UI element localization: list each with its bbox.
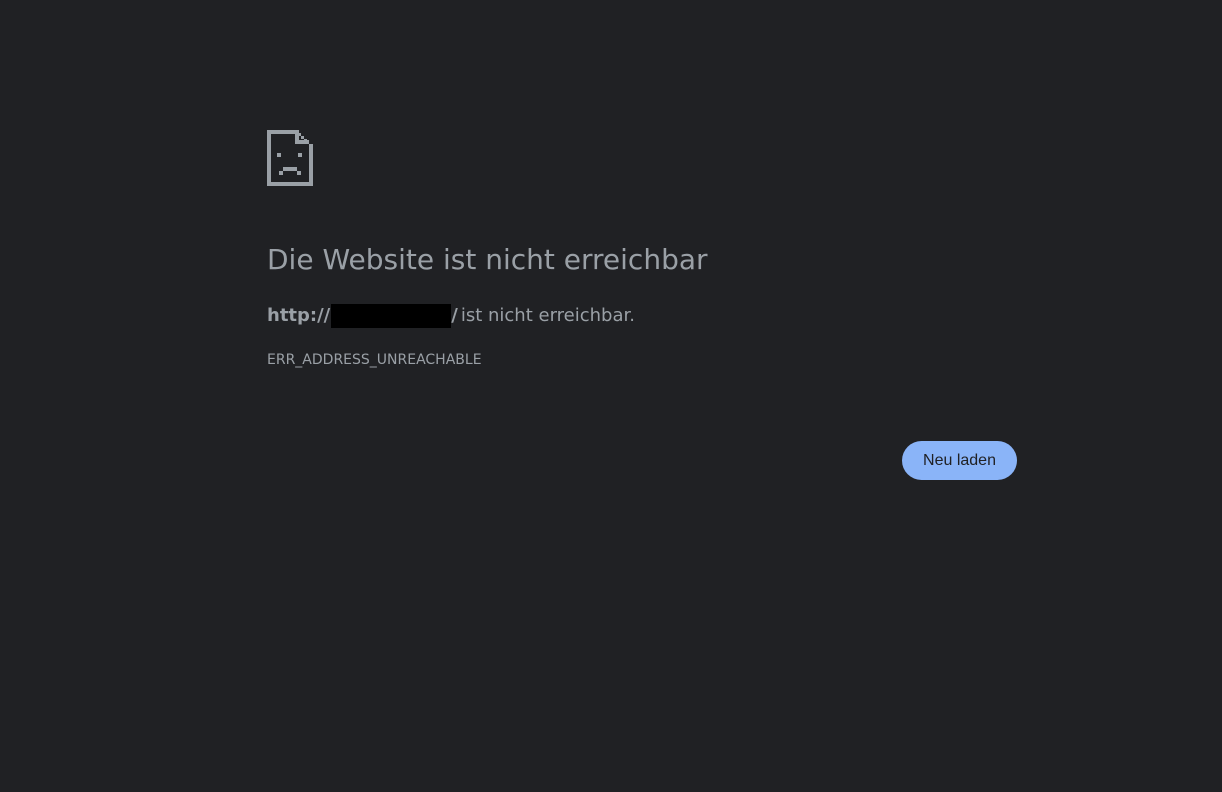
redacted-host: [331, 304, 452, 328]
sad-document-icon: [267, 130, 313, 186]
url-prefix: http://: [267, 305, 331, 326]
reload-button[interactable]: Neu laden: [902, 441, 1017, 480]
error-headline: Die Website ist nicht erreichbar: [267, 243, 708, 276]
error-summary: http:// / ist nicht erreichbar.: [267, 304, 635, 328]
summary-text: ist nicht erreichbar.: [460, 305, 635, 326]
url-suffix: /: [451, 305, 458, 326]
error-code: ERR_ADDRESS_UNREACHABLE: [267, 352, 482, 368]
